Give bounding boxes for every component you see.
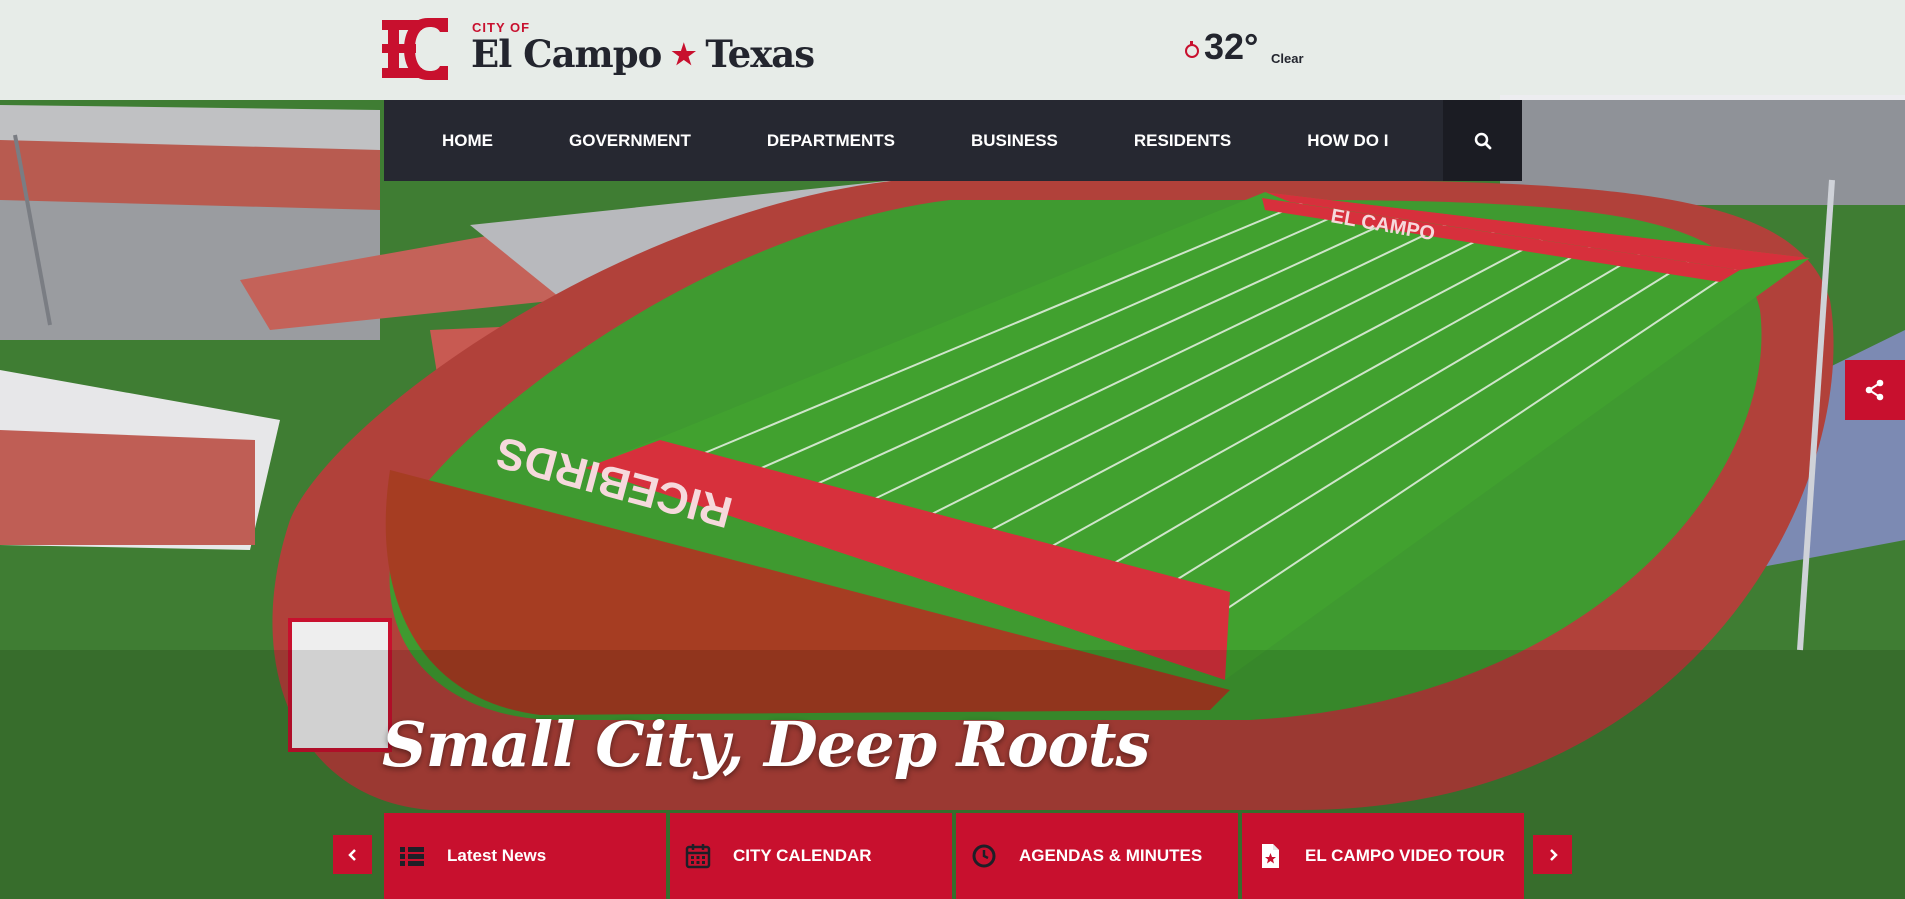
quick-link-label: CITY CALENDAR [733,846,872,865]
site-header: CITY OF El Campo ★ Texas 32° Clear [0,0,1905,100]
clock-icon [972,844,996,868]
nav-item-residents[interactable]: RESIDENTS [1096,100,1269,181]
quick-link-latest-news[interactable]: Latest News [384,813,666,899]
city-logo[interactable]: CITY OF El Campo ★ Texas [382,18,815,82]
chevron-left-icon [347,848,356,861]
weather-condition: Clear [1271,51,1304,66]
nav-item-home[interactable]: HOME [404,100,531,181]
carousel-next-button[interactable] [1533,835,1572,874]
document-star-icon [1262,844,1279,868]
search-button[interactable] [1443,100,1522,181]
quick-link-label: AGENDAS & MINUTES [1019,846,1203,865]
main-navigation: HOME GOVERNMENT DEPARTMENTS BUSINESS RES… [384,100,1522,181]
logo-wordmark: El Campo ★ Texas [471,32,815,76]
quick-link-city-calendar[interactable]: CITY CALENDAR [670,813,952,899]
quick-link-video-tour[interactable]: EL CAMPO VIDEO TOUR [1242,813,1524,899]
nav-item-how-do-i[interactable]: HOW DO I [1269,100,1426,181]
weather-temperature: 32° [1204,26,1259,67]
nav-item-departments[interactable]: DEPARTMENTS [729,100,933,181]
quick-link-label: EL CAMPO VIDEO TOUR [1305,846,1505,865]
star-icon: ★ [671,38,696,71]
quick-link-agendas-minutes[interactable]: AGENDAS & MINUTES [956,813,1238,899]
nav-item-government[interactable]: GOVERNMENT [531,100,729,181]
ec-logo-mark [382,18,448,80]
quick-link-label: Latest News [447,846,547,865]
search-icon [1474,132,1491,149]
calendar-icon [685,844,711,869]
weather-sun-icon [1185,41,1199,58]
logo-state: Texas [705,32,815,76]
nav-menu: HOME GOVERNMENT DEPARTMENTS BUSINESS RES… [384,100,1426,181]
share-icon [1865,379,1884,401]
chevron-right-icon [1549,848,1558,861]
hero-headline: Small City, Deep Roots [382,708,1150,781]
logo-city-name: El Campo [471,32,662,76]
share-button[interactable] [1845,360,1905,420]
quick-links-bar: Latest News CITY CALENDAR AGENDAS & MINU… [384,813,1524,899]
carousel-prev-button[interactable] [333,835,372,874]
nav-item-business[interactable]: BUSINESS [933,100,1096,181]
list-icon [400,847,424,866]
